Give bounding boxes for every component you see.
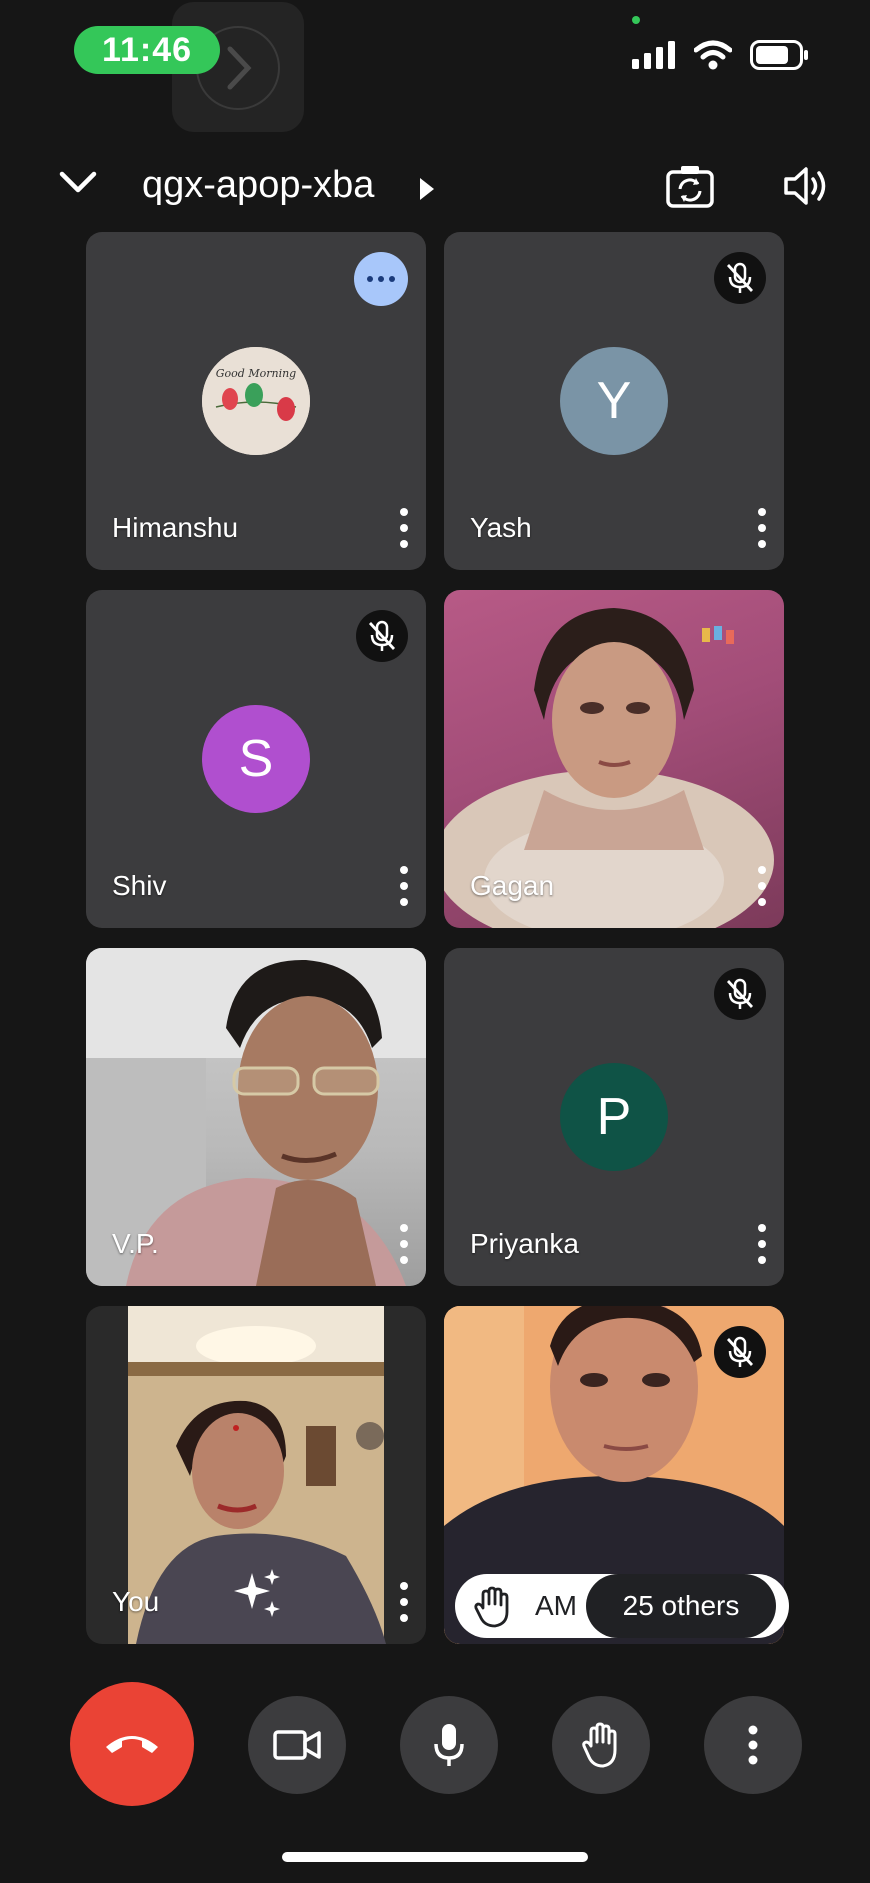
more-options-button[interactable] — [704, 1696, 802, 1794]
avatar: P — [560, 1063, 668, 1171]
switch-camera-icon[interactable] — [666, 164, 714, 213]
participant-name: V.P. — [112, 1228, 159, 1259]
raised-hand-name: AM — [535, 1590, 577, 1621]
kebab-menu-icon[interactable] — [754, 1224, 770, 1264]
participant-name: Gagan — [470, 870, 555, 901]
avatar: S — [202, 705, 310, 813]
status-time: 11:46 — [74, 26, 220, 74]
participant-tile[interactable]: S Shiv — [86, 590, 426, 928]
wifi-icon — [694, 40, 732, 70]
raise-hand-icon — [582, 1722, 617, 1768]
participant-name: You — [112, 1586, 160, 1617]
participant-tile[interactable]: Y Yash — [444, 232, 784, 570]
self-view-tile[interactable]: You — [86, 1306, 426, 1644]
more-vert-icon — [748, 1725, 758, 1765]
camera-toggle-button[interactable] — [248, 1696, 346, 1794]
mic-off-icon — [714, 252, 766, 304]
raised-hand-others[interactable]: 25 others — [586, 1574, 776, 1638]
raised-hand-icon — [473, 1586, 513, 1633]
mic-off-icon — [356, 610, 408, 662]
kebab-menu-icon[interactable] — [396, 1224, 412, 1264]
participant-name: Shiv — [112, 870, 167, 901]
kebab-menu-icon[interactable] — [396, 1582, 412, 1622]
end-call-button[interactable] — [70, 1682, 194, 1806]
participant-name: Priyanka — [470, 1228, 579, 1259]
kebab-menu-icon[interactable] — [396, 866, 412, 906]
participant-name: Himanshu — [112, 512, 239, 543]
raise-hand-button[interactable] — [552, 1696, 650, 1794]
svg-text:Good Morning: Good Morning — [216, 367, 296, 380]
avatar: Good Morning — [202, 347, 310, 455]
meeting-code[interactable]: qgx-apop-xba — [142, 164, 374, 207]
mic-off-icon — [714, 1326, 766, 1378]
kebab-menu-icon[interactable] — [754, 866, 770, 906]
meeting-header: qgx-apop-xba — [0, 150, 870, 226]
microphone-toggle-button[interactable] — [400, 1696, 498, 1794]
participant-tile[interactable]: Gagan — [444, 590, 784, 928]
mic-off-icon — [714, 968, 766, 1020]
participant-tile[interactable]: V.P. — [86, 948, 426, 1286]
battery-icon — [750, 40, 808, 70]
more-options-badge[interactable] — [354, 252, 408, 306]
status-icons — [632, 40, 810, 70]
kebab-menu-icon[interactable] — [396, 508, 412, 548]
video-camera-icon — [273, 1730, 321, 1760]
camera-indicator-dot — [632, 16, 640, 24]
participant-name: Yash — [470, 512, 532, 543]
speaker-icon[interactable] — [784, 164, 830, 213]
microphone-icon — [434, 1724, 464, 1766]
cellular-signal-icon — [632, 41, 675, 69]
hang-up-icon — [106, 1736, 158, 1753]
meeting-info-arrow-icon[interactable] — [420, 178, 434, 205]
home-indicator[interactable] — [282, 1852, 588, 1862]
collapse-chevron-icon[interactable] — [58, 168, 98, 201]
avatar: Y — [560, 347, 668, 455]
kebab-menu-icon[interactable] — [754, 508, 770, 548]
participant-tile[interactable]: P Priyanka — [444, 948, 784, 1286]
sparkle-effects-icon[interactable] — [232, 1567, 284, 1624]
participant-tile[interactable]: Good Morning Himanshu — [86, 232, 426, 570]
